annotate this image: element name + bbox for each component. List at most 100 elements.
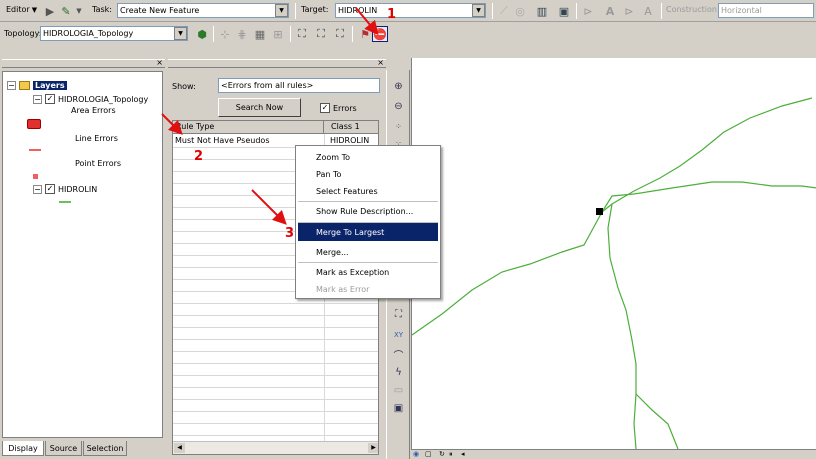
editor-menu[interactable]: Editor ▼: [6, 5, 37, 14]
tab-source[interactable]: Source: [45, 441, 82, 456]
scroll-left-icon[interactable]: ◀: [174, 443, 185, 453]
topology-layer-item[interactable]: − ✓ HIDROLOGIA_Topology: [33, 94, 148, 104]
fix-topology-error-icon[interactable]: ⚑: [357, 26, 373, 42]
stacked-text-icon[interactable]: A: [640, 3, 656, 19]
construct-features-icon[interactable]: ▦: [252, 26, 268, 42]
editor-toolbar: Editor ▼ ▶ ✎ ▼ Task: Create New Feature ▼…: [0, 0, 816, 22]
grid-line: [173, 339, 378, 340]
pause-icon[interactable]: ⏸: [449, 450, 453, 459]
pseudo-node-error[interactable]: [596, 208, 603, 215]
horizontal-scrollbar[interactable]: ◀ ▶: [173, 441, 378, 454]
find-icon[interactable]: ⛶: [390, 306, 407, 323]
tab-selection[interactable]: Selection: [83, 441, 127, 456]
chevron-down-icon[interactable]: ▼: [174, 27, 187, 40]
scroll-left-icon[interactable]: ◂: [461, 450, 465, 458]
validate-all-icon[interactable]: ⛶: [332, 26, 348, 42]
hyperlink-icon[interactable]: ϟ: [390, 364, 407, 381]
hidrolin-label[interactable]: HIDROLIN: [58, 185, 97, 194]
topology-combo[interactable]: HIDROLOGIA_Topology ▼: [40, 26, 188, 41]
topology-edit-icon[interactable]: ⋕: [234, 26, 250, 42]
menu-mark-as-exception-label: Mark as Exception: [316, 267, 390, 277]
layers-root[interactable]: − Layers: [7, 81, 67, 90]
attributes-icon[interactable]: ▥: [534, 3, 550, 19]
annotation-number-2: 2: [194, 149, 204, 164]
table-header: Rule Type Class 1: [173, 121, 378, 134]
planarize-icon[interactable]: ⊞: [270, 26, 286, 42]
follow-tool-icon[interactable]: ⊳: [621, 3, 637, 19]
html-popup-icon[interactable]: ▭: [390, 382, 407, 399]
zoom-in-icon[interactable]: ⊕: [390, 78, 407, 95]
menu-merge-to-largest[interactable]: Merge To Largest: [298, 223, 438, 241]
col-rule-type[interactable]: Rule Type: [173, 121, 324, 134]
map-view[interactable]: [411, 58, 816, 449]
close-icon[interactable]: ×: [156, 58, 163, 67]
annotation-edit-icon[interactable]: ⊳: [580, 3, 596, 19]
col-class1[interactable]: Class 1: [325, 121, 378, 134]
fixed-zoom-in-icon[interactable]: ⁘: [390, 118, 407, 135]
time-slider-icon[interactable]: ▣: [390, 400, 407, 417]
collapse-icon[interactable]: −: [33, 94, 42, 104]
share-node-icon[interactable]: ⊹: [217, 26, 233, 42]
sketch-dropdown-icon[interactable]: ▼: [71, 3, 87, 19]
hidrolin-layer-item[interactable]: − ✓ HIDROLIN: [33, 184, 97, 194]
menu-merge[interactable]: Merge...: [298, 243, 438, 261]
map-topology-icon[interactable]: ⬢: [194, 26, 210, 42]
layout-view-icon[interactable]: ▢: [425, 450, 432, 458]
search-now-button[interactable]: Search Now: [218, 98, 301, 117]
layers-folder-icon: [19, 81, 30, 90]
errors-check-icon[interactable]: ✓: [320, 103, 330, 113]
construction-combo[interactable]: Horizontal: [718, 3, 814, 18]
errors-checkbox-label: Errors: [333, 103, 357, 113]
menu-pan-to[interactable]: Pan To: [298, 165, 438, 183]
chevron-down-icon[interactable]: ▼: [275, 4, 288, 17]
point-errors-label: Point Errors: [75, 159, 122, 168]
measure-icon[interactable]: ⌒: [390, 346, 407, 363]
grid-line: [173, 363, 378, 364]
point-errors-symbol: [33, 174, 38, 179]
separator: [213, 26, 214, 42]
menu-zoom-to[interactable]: Zoom To: [298, 148, 438, 166]
show-combo[interactable]: <Errors from all rules>: [218, 78, 380, 93]
sketch-properties-icon[interactable]: ▣: [556, 3, 572, 19]
topology-value: HIDROLOGIA_Topology: [43, 29, 134, 38]
menu-select-features-label: Select Features: [316, 186, 378, 196]
layers-label[interactable]: Layers: [33, 81, 67, 90]
tab-source-label: Source: [49, 443, 78, 453]
collapse-icon[interactable]: −: [33, 184, 42, 194]
grid-line: [173, 351, 378, 352]
topology-layer-label[interactable]: HIDROLOGIA_Topology: [58, 95, 148, 104]
target-combo[interactable]: HIDROLIN ▼: [335, 3, 486, 18]
scroll-right-icon[interactable]: ▶: [368, 443, 378, 453]
menu-show-rule-description[interactable]: Show Rule Description...: [298, 202, 438, 220]
error-inspector-icon[interactable]: ⛔: [372, 26, 388, 42]
task-combo[interactable]: Create New Feature ▼: [117, 3, 289, 18]
text-tool-icon[interactable]: A: [602, 3, 618, 19]
menu-select-features[interactable]: Select Features: [298, 182, 438, 200]
zoom-out-icon[interactable]: ⊖: [390, 98, 407, 115]
tab-display[interactable]: Display: [2, 441, 44, 456]
target-value: HIDROLIN: [338, 6, 378, 15]
refresh-icon[interactable]: ↻: [439, 450, 445, 458]
collapse-icon[interactable]: −: [7, 81, 16, 90]
edit-tool-icon[interactable]: ▶: [42, 3, 58, 19]
menu-mark-as-error: Mark as Error: [298, 280, 438, 298]
river-line: [635, 393, 679, 449]
close-icon[interactable]: ×: [377, 58, 384, 67]
line-tool-icon[interactable]: ⟋: [496, 3, 512, 19]
errors-checkbox[interactable]: ✓ Errors: [320, 103, 357, 113]
topology-toolbar: Topology: HIDROLOGIA_Topology ▼ ⬢ ⊹ ⋕ ▦ …: [0, 23, 816, 45]
construction-label: Construction:: [666, 5, 720, 14]
go-to-xy-icon[interactable]: XY: [390, 326, 407, 343]
grid-line: [173, 423, 378, 424]
separator: [492, 3, 493, 19]
data-view-icon[interactable]: ◉: [413, 450, 419, 458]
grid-line: [173, 327, 378, 328]
circle-tool-icon[interactable]: ◎: [512, 3, 528, 19]
chevron-down-icon[interactable]: ▼: [472, 4, 485, 17]
validate-area-icon[interactable]: ⛶: [313, 26, 329, 42]
menu-pan-to-label: Pan To: [316, 169, 342, 179]
topology-visibility-checkbox[interactable]: ✓: [45, 94, 55, 104]
hidrolin-visibility-checkbox[interactable]: ✓: [45, 184, 55, 194]
validate-extent-icon[interactable]: ⛶: [294, 26, 310, 42]
menu-mark-as-exception[interactable]: Mark as Exception: [298, 263, 438, 281]
